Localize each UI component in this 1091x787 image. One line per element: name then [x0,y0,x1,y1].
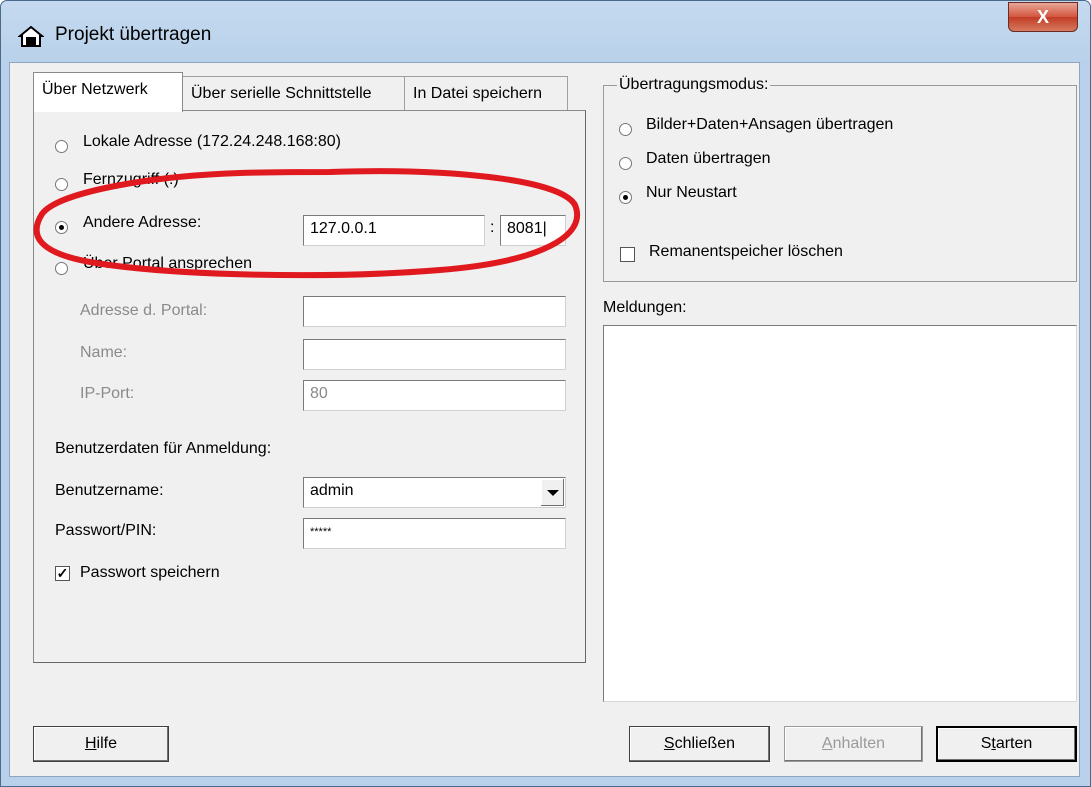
username-dropdown-button[interactable] [541,479,564,506]
password-label: Passwort/PIN: [55,522,157,539]
tab-save-file[interactable]: In Datei speichern [404,76,568,110]
chevron-down-icon [547,490,559,496]
other-address-input[interactable]: 127.0.0.1 [303,215,485,246]
other-port-input[interactable]: 8081| [500,215,566,246]
title-bar[interactable]: Projekt übertragen X [1,1,1090,63]
save-password-checkbox[interactable]: ✓ [55,566,70,581]
portal-address-label: Adresse d. Portal: [80,302,208,319]
other-address-value: 127.0.0.1 [310,220,377,237]
checkmark-icon: ✓ [56,565,69,581]
other-address-radio[interactable] [55,221,68,234]
username-label: Benutzername: [55,482,164,499]
pause-button-key: A [821,735,833,752]
start-button[interactable]: Starten [936,726,1077,762]
close-button-key: S [663,735,675,752]
portal-ip-port-label: IP-Port: [80,385,135,402]
tab-network[interactable]: Über Netzwerk [33,72,183,112]
port-separator: : [490,219,495,236]
username-select[interactable]: admin [303,477,566,508]
pause-button[interactable]: Anhalten [784,726,923,762]
local-address-label[interactable]: Lokale Adresse (172.24.248.168:80) [83,133,341,151]
window-title: Projekt übertragen [55,24,212,45]
local-address-radio[interactable] [55,140,68,153]
remote-access-label[interactable]: Fernzugriff (:) [83,171,179,189]
transfer-data-label[interactable]: Daten übertragen [646,150,771,168]
clear-retain-label[interactable]: Remanentspeicher löschen [649,243,843,261]
remote-access-radio[interactable] [55,178,68,191]
tab-save-file-label: In Datei speichern [413,85,542,102]
credentials-heading: Benutzerdaten für Anmeldung: [55,440,272,457]
transfer-data-radio[interactable] [619,157,632,170]
transfer-mode-title: Übertragungsmodus: [617,76,771,94]
password-value: ***** [310,526,332,538]
house-icon [18,25,44,47]
restart-only-label[interactable]: Nur Neustart [646,184,737,202]
portal-address-input[interactable] [303,296,566,327]
messages-list[interactable] [603,325,1077,702]
portal-ip-port-value: 80 [310,385,328,402]
start-button-pre: S [980,735,992,752]
transfer-all-label[interactable]: Bilder+Daten+Ansagen übertragen [646,116,893,134]
close-button[interactable]: Schließen [629,726,770,762]
help-button-text: ilfe [96,735,117,752]
transfer-all-radio[interactable] [619,123,632,136]
close-window-button[interactable]: X [1008,2,1078,32]
start-button-text: arten [995,735,1033,752]
help-button[interactable]: Hilfe [33,726,169,762]
pause-button-text: nhalten [832,735,886,752]
save-password-label[interactable]: Passwort speichern [80,564,220,582]
portal-name-input[interactable] [303,339,566,370]
tab-network-label: Über Netzwerk [42,81,148,98]
tab-serial-label: Über serielle Schnittstelle [191,85,372,102]
portal-name-label: Name: [80,344,128,361]
close-icon: X [1036,7,1049,27]
messages-label: Meldungen: [603,299,687,316]
other-address-label[interactable]: Andere Adresse: [83,214,201,232]
restart-only-radio[interactable] [619,191,632,204]
password-input[interactable]: ***** [303,518,566,549]
help-button-key: H [84,735,97,752]
portal-ip-port-input[interactable]: 80 [303,380,566,411]
tab-serial[interactable]: Über serielle Schnittstelle [182,76,405,110]
clear-retain-checkbox[interactable] [620,247,635,262]
username-value: admin [310,482,354,499]
portal-label[interactable]: Über Portal ansprechen [83,255,252,273]
portal-radio[interactable] [55,262,68,275]
close-button-text: chließen [674,735,736,752]
other-port-value: 8081 [507,220,543,237]
